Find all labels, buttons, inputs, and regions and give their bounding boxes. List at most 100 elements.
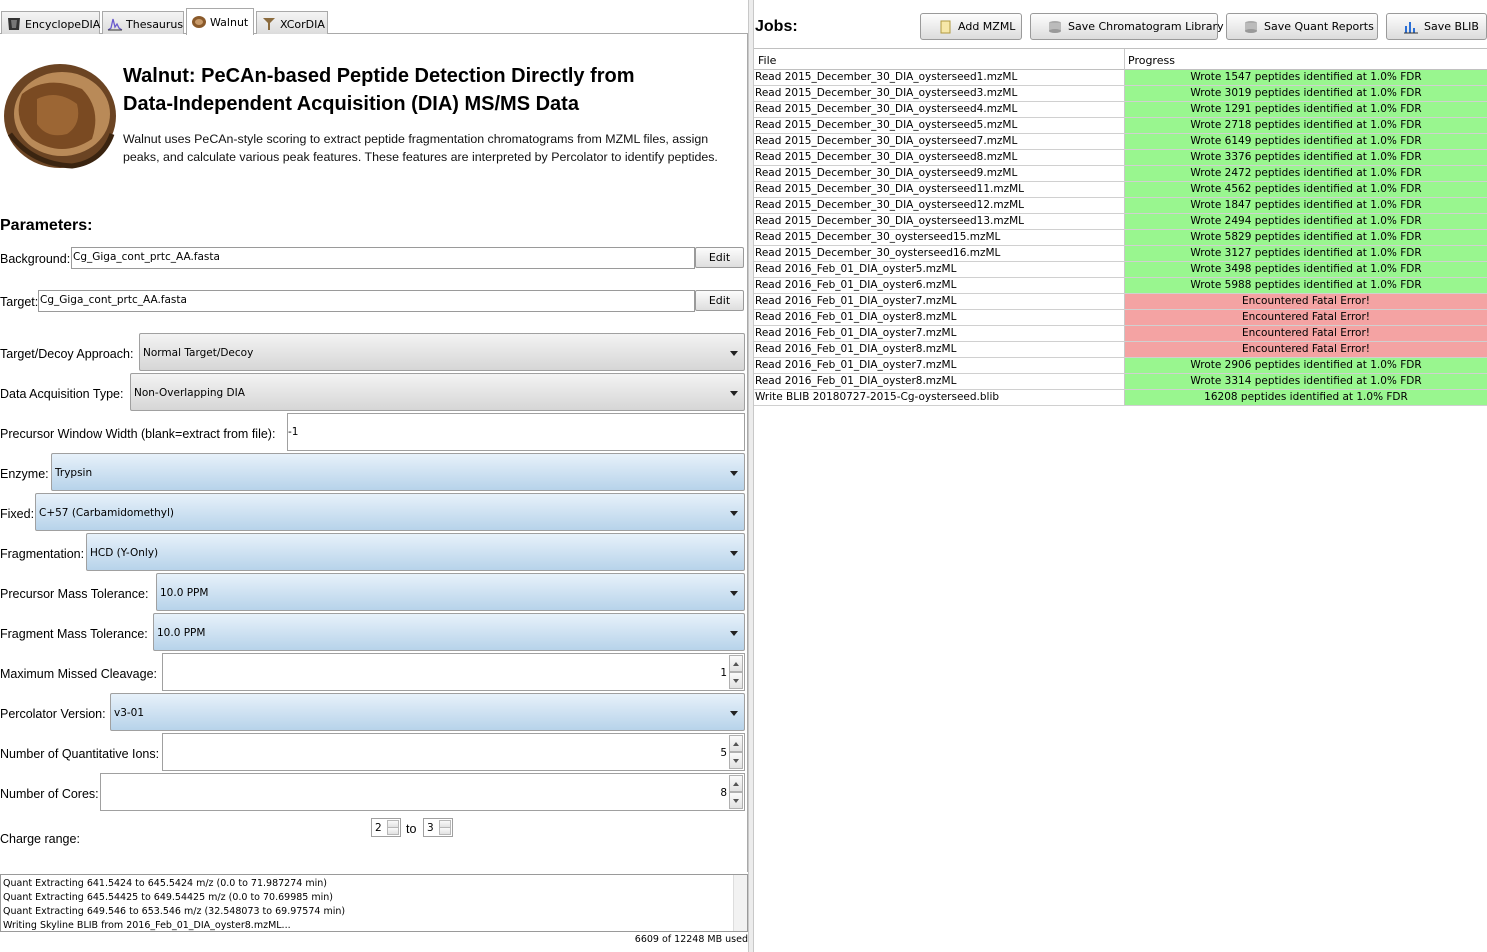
decoy-select[interactable]: Normal Target/Decoy	[139, 333, 745, 371]
table-row[interactable]: Read 2016_Feb_01_DIA_oyster7.mzML Encount…	[754, 294, 1487, 310]
cores-spinner[interactable]: 8	[100, 773, 745, 811]
table-row[interactable]: Read 2015_December_30_oysterseed16.mzML W…	[754, 246, 1487, 262]
progress-cell: Wrote 5829 peptides identified at 1.0% F…	[1124, 230, 1487, 245]
fragmentation-select[interactable]: HCD (Y-Only)	[86, 533, 745, 571]
file-cell: Read 2015_December_30_DIA_oysterseed11.m…	[755, 183, 1025, 195]
progress-cell: Wrote 2472 peptides identified at 1.0% F…	[1124, 166, 1487, 181]
charge-min-spinner[interactable]: 2	[371, 818, 401, 837]
file-cell: Read 2015_December_30_DIA_oysterseed3.mz…	[755, 87, 1018, 99]
jobs-table: File Progress Read 2015_December_30_DIA_…	[754, 48, 1487, 406]
file-cell: Read 2015_December_30_DIA_oysterseed4.mz…	[755, 103, 1018, 115]
progress-cell: Encountered Fatal Error!	[1124, 310, 1487, 325]
table-row[interactable]: Read 2015_December_30_DIA_oysterseed13.m…	[754, 214, 1487, 230]
table-row[interactable]: Read 2016_Feb_01_DIA_oyster8.mzML Encount…	[754, 310, 1487, 326]
spin-down-icon[interactable]	[439, 827, 451, 835]
tab-xcordia[interactable]: XCorDIA	[256, 11, 328, 34]
file-cell: Read 2015_December_30_DIA_oysterseed12.m…	[755, 199, 1025, 211]
decoy-label: Target/Decoy Approach:	[0, 347, 134, 361]
jobs-table-header: File Progress	[754, 48, 1487, 70]
table-row[interactable]: Read 2015_December_30_DIA_oysterseed7.mz…	[754, 134, 1487, 150]
table-row[interactable]: Read 2016_Feb_01_DIA_oyster8.mzML Wrote 3…	[754, 374, 1487, 390]
fixed-select[interactable]: C+57 (Carbamidomethyl)	[35, 493, 745, 531]
spin-down-icon[interactable]	[387, 827, 399, 835]
table-row[interactable]: Read 2015_December_30_DIA_oysterseed5.mz…	[754, 118, 1487, 134]
table-row[interactable]: Read 2016_Feb_01_DIA_oyster7.mzML Wrote 2…	[754, 358, 1487, 374]
table-row[interactable]: Read 2015_December_30_oysterseed15.mzML W…	[754, 230, 1487, 246]
database-icon	[1245, 21, 1257, 33]
table-row[interactable]: Read 2016_Feb_01_DIA_oyster5.mzML Wrote 3…	[754, 262, 1487, 278]
column-header-progress[interactable]: Progress	[1128, 54, 1175, 67]
background-field[interactable]: Cg_Giga_cont_prtc_AA.fasta	[71, 247, 695, 269]
table-row[interactable]: Read 2015_December_30_DIA_oysterseed9.mz…	[754, 166, 1487, 182]
spin-down-icon[interactable]	[729, 752, 743, 769]
progress-cell: Wrote 1547 peptides identified at 1.0% F…	[1124, 70, 1487, 85]
charge-max-spinner[interactable]: 3	[423, 818, 453, 837]
target-field[interactable]: Cg_Giga_cont_prtc_AA.fasta	[38, 290, 695, 312]
spin-down-icon[interactable]	[729, 792, 743, 809]
window-width-field[interactable]: -1	[287, 413, 745, 451]
table-row[interactable]: Read 2015_December_30_DIA_oysterseed8.mz…	[754, 150, 1487, 166]
quant-ions-spinner[interactable]: 5	[162, 733, 745, 771]
file-add-icon	[940, 20, 951, 34]
file-cell: Read 2015_December_30_DIA_oysterseed1.mz…	[755, 71, 1018, 83]
target-edit-button[interactable]: Edit	[695, 290, 744, 311]
chevron-down-icon	[730, 351, 738, 356]
precursor-tolerance-label: Precursor Mass Tolerance:	[0, 587, 149, 601]
spin-up-icon[interactable]	[729, 735, 743, 752]
file-cell: Read 2016_Feb_01_DIA_oyster7.mzML	[755, 295, 957, 307]
progress-cell: 16208 peptides identified at 1.0% FDR	[1124, 390, 1487, 405]
progress-cell: Encountered Fatal Error!	[1124, 326, 1487, 341]
add-mzml-button[interactable]: Add MZML	[920, 13, 1022, 40]
missed-cleavage-spinner[interactable]: 1	[162, 653, 745, 691]
enzyme-select[interactable]: Trypsin	[51, 453, 745, 491]
tab-thesaurus[interactable]: Thesaurus	[102, 11, 184, 34]
log-scrollbar[interactable]	[733, 875, 747, 931]
missed-cleavage-label: Maximum Missed Cleavage:	[0, 667, 157, 681]
table-row[interactable]: Read 2015_December_30_DIA_oysterseed3.mz…	[754, 86, 1487, 102]
table-row[interactable]: Read 2015_December_30_DIA_oysterseed1.mz…	[754, 70, 1487, 86]
progress-cell: Wrote 6149 peptides identified at 1.0% F…	[1124, 134, 1487, 149]
tab-encyclopedia[interactable]: EncyclopeDIA	[1, 11, 100, 34]
spin-down-icon[interactable]	[729, 672, 743, 689]
jobs-title: Jobs:	[755, 18, 798, 35]
save-quant-reports-button[interactable]: Save Quant Reports	[1226, 13, 1378, 40]
save-chromatogram-library-button[interactable]: Save Chromatogram Library	[1030, 13, 1224, 40]
file-cell: Read 2016_Feb_01_DIA_oyster7.mzML	[755, 327, 957, 339]
file-cell: Read 2015_December_30_DIA_oysterseed9.mz…	[755, 167, 1018, 179]
table-row[interactable]: Read 2016_Feb_01_DIA_oyster8.mzML Encount…	[754, 342, 1487, 358]
fragment-tolerance-label: Fragment Mass Tolerance:	[0, 627, 148, 641]
chevron-down-icon	[730, 391, 738, 396]
file-cell: Read 2016_Feb_01_DIA_oyster6.mzML	[755, 279, 957, 291]
walnut-logo	[4, 64, 116, 169]
table-row[interactable]: Read 2016_Feb_01_DIA_oyster7.mzML Encount…	[754, 326, 1487, 342]
progress-cell: Wrote 1847 peptides identified at 1.0% F…	[1124, 198, 1487, 213]
file-cell: Read 2015_December_30_DIA_oysterseed7.mz…	[755, 135, 1018, 147]
fragment-tolerance-select[interactable]: 10.0 PPM	[153, 613, 745, 651]
table-row[interactable]: Read 2015_December_30_DIA_oysterseed4.mz…	[754, 102, 1487, 118]
spin-up-icon[interactable]	[729, 655, 743, 672]
column-header-file[interactable]: File	[758, 54, 776, 67]
acquisition-select[interactable]: Non-Overlapping DIA	[130, 373, 745, 411]
file-cell: Write BLIB 20180727-2015-Cg-oysterseed.b…	[755, 391, 1000, 403]
table-row[interactable]: Read 2016_Feb_01_DIA_oyster6.mzML Wrote 5…	[754, 278, 1487, 294]
table-row[interactable]: Read 2015_December_30_DIA_oysterseed12.m…	[754, 198, 1487, 214]
background-edit-button[interactable]: Edit	[695, 247, 744, 268]
progress-cell: Wrote 2494 peptides identified at 1.0% F…	[1124, 214, 1487, 229]
progress-cell: Wrote 2906 peptides identified at 1.0% F…	[1124, 358, 1487, 373]
acquisition-label: Data Acquisition Type:	[0, 387, 124, 401]
save-blib-button[interactable]: Save BLIB	[1386, 13, 1487, 40]
log-area[interactable]: Quant Extracting 641.5424 to 645.5424 m/…	[0, 874, 748, 932]
table-row[interactable]: Write BLIB 20180727-2015-Cg-oysterseed.b…	[754, 390, 1487, 406]
percolator-label: Percolator Version:	[0, 707, 106, 721]
precursor-tolerance-select[interactable]: 10.0 PPM	[156, 573, 745, 611]
chevron-down-icon	[730, 711, 738, 716]
tab-walnut[interactable]: Walnut	[186, 8, 254, 35]
progress-cell: Wrote 3127 peptides identified at 1.0% F…	[1124, 246, 1487, 261]
encyclopedia-icon	[8, 18, 20, 30]
page-title: Walnut: PeCAn-based Peptide Detection Di…	[123, 65, 635, 115]
table-row[interactable]: Read 2015_December_30_DIA_oysterseed11.m…	[754, 182, 1487, 198]
percolator-select[interactable]: v3-01	[110, 693, 745, 731]
spin-up-icon[interactable]	[729, 775, 743, 792]
progress-cell: Wrote 3019 peptides identified at 1.0% F…	[1124, 86, 1487, 101]
file-cell: Read 2015_December_30_oysterseed16.mzML	[755, 247, 1001, 259]
